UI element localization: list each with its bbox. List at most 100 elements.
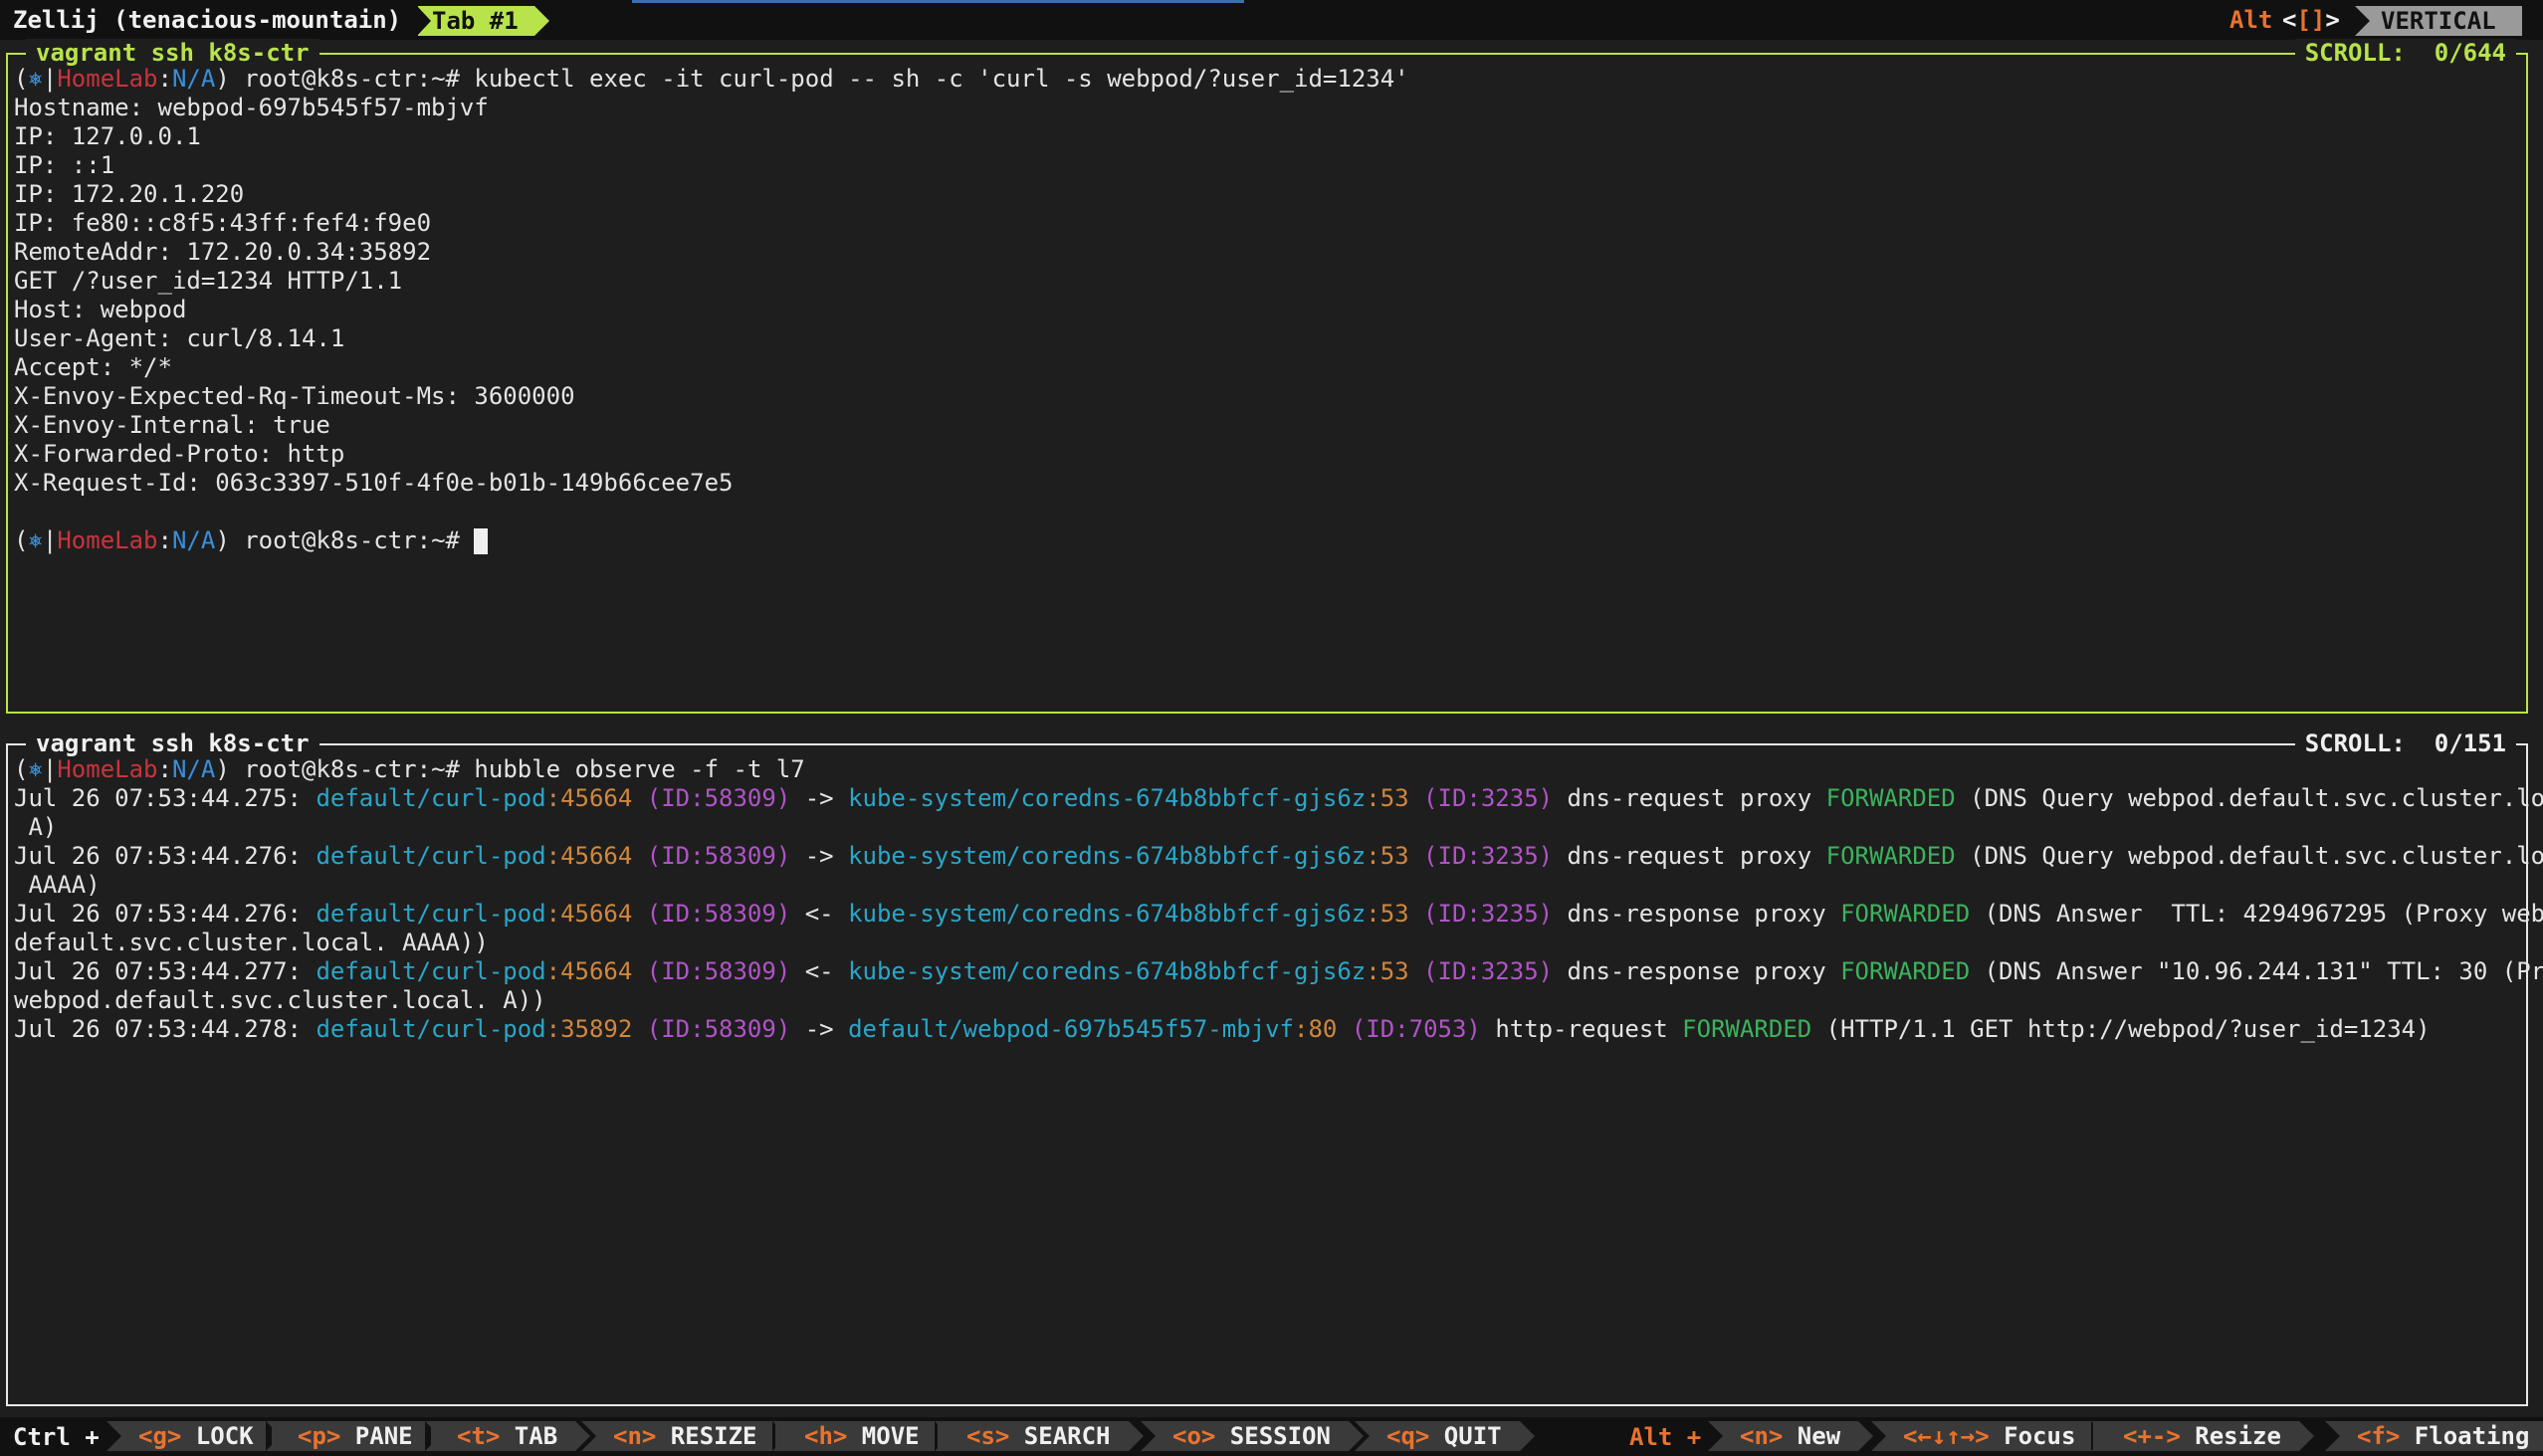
flow-source-port: :35892 [545,1015,633,1043]
flow-verdict: FORWARDED [1825,784,1956,812]
tab-1[interactable]: Tab #1 [417,6,549,36]
keybind-key: <s> [966,1422,1010,1450]
swap-layout-modifier: Alt [2229,6,2273,34]
keybind-session[interactable]: <o> SESSION [1141,1421,1364,1451]
flow-summary: (DNS Answer "10.96.244.131" TTL: 30 (Pro… [1970,957,2543,985]
keybind-key: <p> [298,1422,341,1450]
prompt-paren: ) [215,755,230,783]
keybind-label: Focus [1989,1422,2076,1450]
prompt-paren: ( [14,526,29,554]
command-line: (⎈|HomeLab:N/A) root@k8s-ctr:~# kubectl … [14,65,2520,94]
output-line: Hostname: webpod-697b545f57-mbjvf [14,94,489,121]
flow-row: Jul 26 07:53:44.277: default/curl-pod:45… [14,957,2543,986]
prompt-paren: ) [215,65,230,93]
flow-destination-port: :53 [1366,784,1409,812]
active-prompt[interactable]: (⎈|HomeLab:N/A) root@k8s-ctr:~# [14,526,2520,555]
flow-destination-port: :53 [1366,900,1409,928]
keybind-pane[interactable]: <p> PANE [266,1421,446,1451]
flow-type: dns-response proxy [1553,957,1841,985]
flow-time: Jul 26 07:53:44.277: [14,957,317,985]
prompt-namespace: N/A [171,65,216,93]
terminal-pane-top[interactable]: vagrant ssh k8s-ctr SCROLL: 0/644 (⎈|Hom… [6,39,2528,714]
prompt-paren: ) [215,526,230,554]
prompt-user: root@k8s-ctr:~# [229,526,475,554]
terminal-pane-bottom[interactable]: vagrant ssh k8s-ctr SCROLL: 0/151 (⎈|Hom… [6,729,2543,1406]
flow-summary: (DNS Query webpod.default.svc.cluster.lo… [1955,784,2543,812]
keybind-key: <g> [138,1422,182,1450]
swap-layout-name[interactable]: VERTICAL [2355,6,2522,36]
flow-destination: kube-system/coredns-674b8bbfcf-gjs6z [848,957,1367,985]
text-cursor [474,528,489,554]
keybind-quit[interactable]: <q> QUIT [1355,1421,1535,1451]
keybind-lock[interactable]: <g> LOCK [106,1421,287,1451]
flow-row: Jul 26 07:53:44.276: default/curl-pod:45… [14,842,2543,871]
flow-verdict: FORWARDED [1840,957,1971,985]
flow-destination-port: :53 [1366,957,1409,985]
flow-source-identity: (ID:58309) [632,900,791,928]
flow-row: Jul 26 07:53:44.275: default/curl-pod:45… [14,784,2543,813]
prompt-colon: : [157,526,172,554]
prompt-sep: | [42,65,58,93]
flow-row-continuation: webpod.default.svc.cluster.local. A)) [14,986,546,1014]
flow-type: http-request [1480,1015,1683,1043]
keybind-label: RESIZE [656,1422,757,1450]
flow-source-port: :45664 [545,784,633,812]
flow-row-continuation: AAAA) [14,871,101,899]
prompt-context: HomeLab [57,526,158,554]
keybind-key: <h> [804,1422,848,1450]
kubernetes-icon: ⎈ [28,526,43,554]
flow-summary: (HTTP/1.1 GET http://webpod/?user_id=123… [1811,1015,2431,1043]
keybind-tab[interactable]: <t> TAB [425,1421,591,1451]
flow-destination-port: :80 [1294,1015,1338,1043]
output-line: IP: 127.0.0.1 [14,122,201,150]
flow-time: Jul 26 07:53:44.278: [14,1015,317,1043]
flow-row: Jul 26 07:53:44.276: default/curl-pod:45… [14,900,2543,929]
prompt-namespace: N/A [171,526,216,554]
flow-row-continuation: default.svc.cluster.local. AAAA)) [14,929,489,956]
flow-source-port: :45664 [545,957,633,985]
prompt-sep: | [42,526,58,554]
flow-destination-identity: (ID:3235) [1408,957,1554,985]
swap-layout-keys[interactable]: <[]> [2282,6,2340,34]
keybind-label: SEARCH [1009,1422,1111,1450]
ctrl-modifier-label: Ctrl + [13,1423,100,1451]
flow-type: dns-request proxy [1553,842,1826,870]
output-line: GET /?user_id=1234 HTTP/1.1 [14,267,403,295]
keybind-focus[interactable]: <←↓↑→> Focus [1871,1421,2109,1451]
keybind-move[interactable]: <h> MOVE [772,1421,953,1451]
command-text: hubble observe -f -t l7 [474,755,805,783]
keybind-search[interactable]: <s> SEARCH [935,1421,1143,1451]
flow-source: default/curl-pod [316,842,546,870]
command-output: Hostname: webpod-697b545f57-mbjvf IP: 127… [14,94,2520,498]
output-line: Accept: */* [14,353,172,381]
keybind-resize[interactable]: <+-> Resize [2091,1421,2314,1451]
keybind-floating[interactable]: <f> Floating [2325,1421,2543,1451]
flow-direction: -> [790,1015,849,1043]
flow-destination: kube-system/coredns-674b8bbfcf-gjs6z [848,784,1367,812]
output-line: X-Request-Id: 063c3397-510f-4f0e-b01b-14… [14,469,734,497]
flow-source: default/curl-pod [316,784,546,812]
keybind-key: <f> [2357,1422,2401,1450]
flow-direction: -> [790,842,849,870]
output-line: RemoteAddr: 172.20.0.34:35892 [14,238,432,266]
flow-summary: (DNS Answer TTL: 4294967295 (Proxy webpo… [1970,900,2543,928]
keybind-label: New [1783,1422,1841,1450]
keybind-new[interactable]: <n> New [1708,1421,1874,1451]
flow-type: dns-request proxy [1553,784,1826,812]
flow-row-continuation: A) [14,813,58,841]
kubernetes-icon: ⎈ [28,755,43,783]
keybind-key: <q> [1386,1422,1430,1450]
output-line: X-Envoy-Internal: true [14,411,330,439]
pane-scroll-indicator: SCROLL: 0/151 [2294,729,2516,757]
output-line: Host: webpod [14,296,187,323]
keybind-resize[interactable]: <n> RESIZE [581,1421,789,1451]
output-line: X-Envoy-Expected-Rq-Timeout-Ms: 3600000 [14,382,575,410]
prompt-sep: | [42,755,58,783]
prompt-paren: ( [14,755,29,783]
keybind-key: <+-> [2123,1422,2181,1450]
flow-source-identity: (ID:58309) [632,784,791,812]
pane-title: vagrant ssh k8s-ctr [26,729,319,757]
output-line: IP: 172.20.1.220 [14,180,245,208]
flow-time: Jul 26 07:53:44.275: [14,784,317,812]
